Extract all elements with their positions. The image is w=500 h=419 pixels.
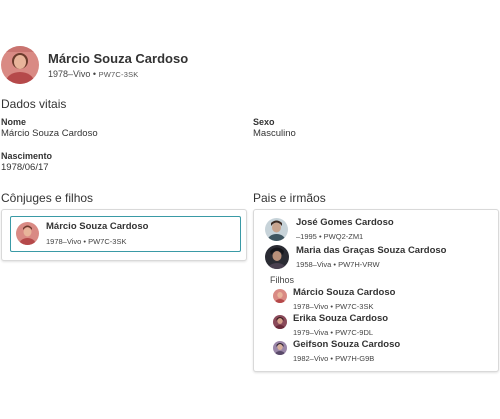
vital-sex-value: Masculino — [253, 128, 296, 139]
person-lifespan-id: 1978–Vivo • PW7C-3SK — [48, 69, 139, 79]
child-avatar-icon — [273, 315, 287, 329]
child-name: Geifson Souza Cardoso — [293, 339, 401, 350]
parent-row[interactable]: José Gomes Cardoso –1995 • PWQ2-ZM1 — [254, 216, 499, 244]
person-name: Márcio Souza Cardoso — [48, 51, 189, 66]
person-avatar-icon[interactable] — [1, 46, 39, 84]
child-avatar-icon — [273, 341, 287, 355]
child-meta: 1982–Vivo • PW7H-G9B — [293, 354, 375, 363]
child-name: Erika Souza Cardoso — [293, 313, 389, 324]
child-row[interactable]: Geifson Souza Cardoso 1982–Vivo • PW7H-G… — [254, 339, 499, 365]
vital-name-label: Nome — [1, 117, 27, 127]
child-meta: 1979–Viva • PW7C-9DL — [293, 328, 374, 337]
parent-meta: 1958–Viva • PW7H-VRW — [296, 260, 380, 269]
child-name: Márcio Souza Cardoso — [293, 287, 396, 298]
spouses-children-card: Márcio Souza Cardoso 1978–Vivo • PW7C-3S… — [1, 209, 247, 261]
person-header: Márcio Souza Cardoso 1978–Vivo • PW7C-3S… — [0, 45, 500, 87]
family-person-name: Márcio Souza Cardoso — [46, 221, 149, 232]
child-row[interactable]: Márcio Souza Cardoso 1978–Vivo • PW7C-3S… — [254, 287, 499, 313]
child-avatar-icon — [273, 289, 287, 303]
person-lifespan: 1978–Vivo — [48, 69, 91, 79]
parents-siblings-card: José Gomes Cardoso –1995 • PWQ2-ZM1 Mari… — [253, 209, 499, 372]
family-person-card[interactable]: Márcio Souza Cardoso 1978–Vivo • PW7C-3S… — [10, 216, 241, 252]
vital-birth-label: Nascimento — [1, 151, 53, 161]
parent-meta: –1995 • PWQ2-ZM1 — [296, 232, 364, 241]
meta-separator: • — [92, 69, 97, 79]
vital-birth-value: 1978/06/17 — [1, 162, 49, 173]
person-id[interactable]: PW7C-3SK — [99, 70, 139, 79]
vital-name-value: Márcio Souza Cardoso — [1, 128, 98, 139]
family-person-avatar-icon — [16, 222, 39, 245]
parent-name: José Gomes Cardoso — [296, 217, 394, 228]
child-meta: 1978–Vivo • PW7C-3SK — [293, 302, 374, 311]
child-row[interactable]: Erika Souza Cardoso 1979–Viva • PW7C-9DL — [254, 313, 499, 339]
parent-avatar-icon — [265, 245, 289, 269]
children-label: Filhos — [270, 275, 295, 285]
parents-siblings-title: Pais e irmãos — [253, 191, 326, 205]
parent-name: Maria das Graças Souza Cardoso — [296, 245, 447, 256]
parent-row[interactable]: Maria das Graças Souza Cardoso 1958–Viva… — [254, 244, 499, 272]
family-person-meta: 1978–Vivo • PW7C-3SK — [46, 237, 127, 246]
vital-sex-label: Sexo — [253, 117, 275, 127]
vitals-section-title: Dados vitais — [1, 97, 67, 111]
parent-avatar-icon — [265, 218, 288, 241]
spouses-children-title: Cônjuges e filhos — [1, 191, 94, 205]
